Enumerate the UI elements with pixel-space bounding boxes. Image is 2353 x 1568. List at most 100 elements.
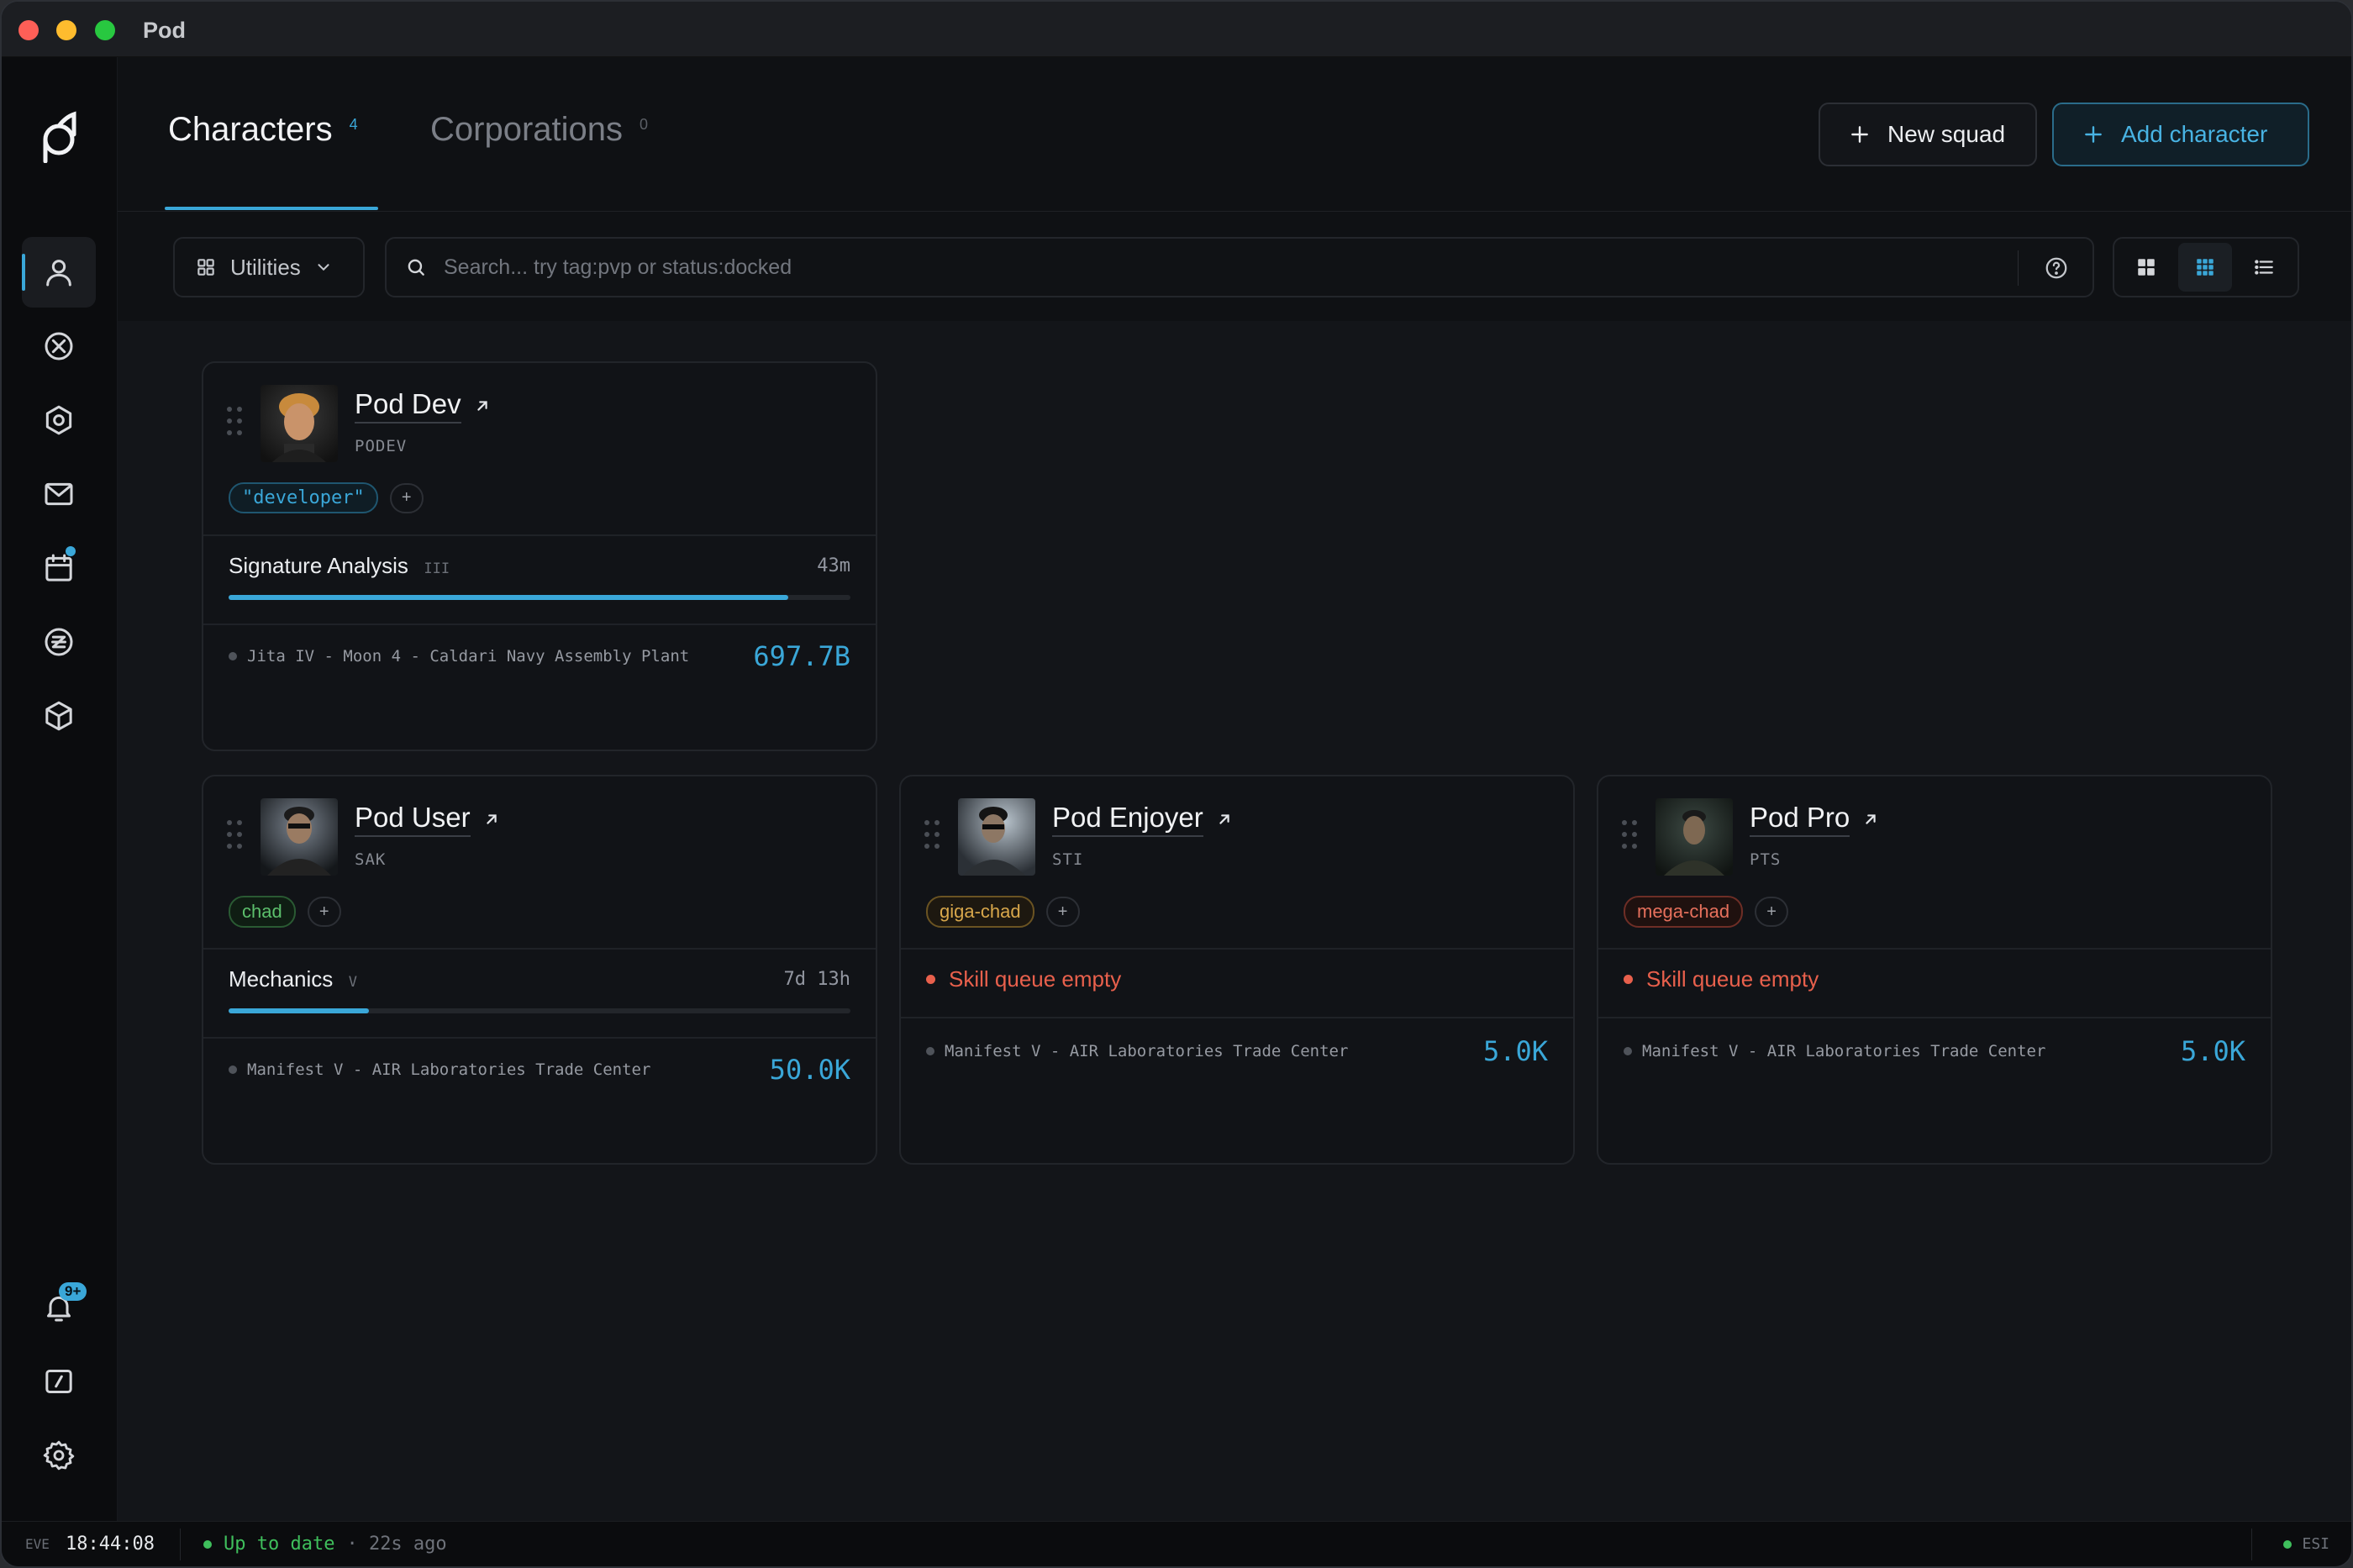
divider bbox=[203, 1037, 876, 1039]
status-divider bbox=[180, 1529, 181, 1560]
grid-icon bbox=[197, 259, 214, 276]
skill-progress-bar bbox=[229, 595, 850, 600]
close-window-button[interactable] bbox=[18, 20, 39, 40]
sidebar-item-assets[interactable] bbox=[22, 681, 96, 751]
tag[interactable]: giga-chad bbox=[926, 896, 1034, 928]
sidebar-item-wallet[interactable] bbox=[22, 607, 96, 677]
crosshair-circle-icon bbox=[45, 332, 73, 360]
location-row: Manifest V - AIR Laboratories Trade Cent… bbox=[926, 1035, 1548, 1067]
sync-status[interactable]: Up to date · 22s ago bbox=[203, 1534, 447, 1555]
sidebar-item-fleet[interactable] bbox=[22, 311, 96, 381]
skill-progress-bar bbox=[229, 1008, 850, 1013]
character-name[interactable]: Pod Enjoyer bbox=[1052, 802, 1203, 837]
character-portrait bbox=[958, 798, 1035, 876]
tag-list: mega-chad + bbox=[1624, 896, 1789, 928]
cube-icon bbox=[45, 701, 72, 731]
character-card[interactable]: Pod Dev PODEV "developer" + Signature An… bbox=[202, 361, 877, 751]
location: Manifest V - AIR Laboratories Trade Cent… bbox=[229, 1060, 650, 1079]
sidebar-item-characters[interactable] bbox=[22, 237, 96, 308]
drag-handle-icon[interactable] bbox=[924, 820, 941, 850]
warning-dot bbox=[926, 975, 935, 984]
app-window: Pod 9+ Characters 4 Corporations 0 New s… bbox=[0, 0, 2353, 1568]
skill-level: V bbox=[348, 974, 357, 991]
sidebar-item-notifications[interactable]: 9+ bbox=[22, 1272, 96, 1343]
skill-name: Signature Analysis bbox=[229, 553, 408, 578]
wallet-balance: 5.0K bbox=[1482, 1035, 1548, 1067]
sidebar-item-calendar[interactable] bbox=[22, 533, 96, 603]
divider bbox=[1598, 1017, 2271, 1018]
title-bar: Pod bbox=[2, 2, 2351, 57]
view-grid-small-button[interactable] bbox=[2178, 243, 2232, 292]
corporation-ticker: STI bbox=[1052, 850, 1084, 869]
tab-characters-label: Characters bbox=[168, 111, 333, 148]
tag-list: "developer" + bbox=[229, 482, 424, 513]
add-character-button[interactable]: Add character bbox=[2052, 103, 2309, 166]
help-circle-icon[interactable] bbox=[2044, 255, 2069, 281]
location-dot bbox=[1624, 1047, 1632, 1055]
search-input[interactable] bbox=[444, 255, 1973, 280]
drag-handle-icon[interactable] bbox=[1622, 820, 1639, 850]
new-squad-button[interactable]: New squad bbox=[1819, 103, 2037, 166]
character-name-row[interactable]: Pod User bbox=[355, 802, 501, 837]
tag[interactable]: mega-chad bbox=[1624, 896, 1744, 928]
view-list-button[interactable] bbox=[2237, 243, 2291, 292]
character-card[interactable]: Pod Pro PTS mega-chad + Skill queue empt… bbox=[1597, 775, 2272, 1165]
tag[interactable]: chad bbox=[229, 896, 296, 928]
esi-status[interactable]: ESI bbox=[2283, 1535, 2329, 1553]
location: Manifest V - AIR Laboratories Trade Cent… bbox=[1624, 1042, 2045, 1060]
status-divider bbox=[2251, 1529, 2252, 1560]
tab-corporations[interactable]: Corporations 0 bbox=[430, 111, 648, 149]
maximize-window-button[interactable] bbox=[95, 20, 115, 40]
external-link-icon[interactable] bbox=[1215, 810, 1234, 829]
status-dot bbox=[203, 1539, 212, 1549]
tab-characters[interactable]: Characters 4 bbox=[168, 111, 358, 149]
external-link-icon[interactable] bbox=[1861, 810, 1880, 829]
character-name[interactable]: Pod Dev bbox=[355, 388, 461, 424]
sidebar-item-settings[interactable] bbox=[22, 1420, 96, 1491]
search-divider bbox=[2018, 250, 2019, 286]
divider bbox=[203, 624, 876, 625]
character-card[interactable]: Pod User SAK chad + Mechanics V 7d 13h M… bbox=[202, 775, 877, 1165]
minimize-window-button[interactable] bbox=[56, 20, 76, 40]
tag-list: giga-chad + bbox=[926, 896, 1080, 928]
pod-logo[interactable] bbox=[35, 109, 82, 163]
character-name-row[interactable]: Pod Enjoyer bbox=[1052, 802, 1234, 837]
add-tag-button[interactable]: + bbox=[389, 482, 424, 513]
utilities-dropdown[interactable]: Utilities bbox=[173, 237, 365, 297]
skill-progress-fill bbox=[229, 1008, 369, 1013]
sidebar: 9+ bbox=[2, 57, 118, 1524]
mail-icon bbox=[45, 482, 73, 506]
add-tag-button[interactable]: + bbox=[1045, 897, 1080, 927]
wallet-balance: 5.0K bbox=[2180, 1035, 2245, 1067]
chevron-down-icon bbox=[318, 264, 329, 271]
character-name-row[interactable]: Pod Pro bbox=[1750, 802, 1880, 837]
external-link-icon[interactable] bbox=[473, 397, 492, 415]
skill-queue-warning: Skill queue empty bbox=[1624, 966, 1819, 992]
drag-handle-icon[interactable] bbox=[227, 820, 244, 850]
location-dot bbox=[926, 1047, 934, 1055]
window-title: Pod bbox=[143, 18, 186, 43]
character-card[interactable]: Pod Enjoyer STI giga-chad + Skill queue … bbox=[899, 775, 1575, 1165]
add-tag-button[interactable]: + bbox=[1755, 897, 1789, 927]
currency-icon bbox=[45, 628, 73, 656]
sidebar-item-mail[interactable] bbox=[22, 459, 96, 529]
tag[interactable]: "developer" bbox=[229, 482, 378, 513]
view-grid-large-button[interactable] bbox=[2119, 243, 2173, 292]
character-name-row[interactable]: Pod Dev bbox=[355, 388, 492, 424]
location-text: Manifest V - AIR Laboratories Trade Cent… bbox=[247, 1060, 651, 1079]
utilities-label: Utilities bbox=[230, 254, 301, 280]
location-row: Manifest V - AIR Laboratories Trade Cent… bbox=[1624, 1035, 2245, 1067]
active-tab-indicator bbox=[165, 207, 378, 210]
sidebar-item-fittings[interactable] bbox=[22, 385, 96, 455]
skill-name: Mechanics bbox=[229, 966, 334, 992]
external-link-icon[interactable] bbox=[482, 810, 501, 829]
wallet-balance: 697.7B bbox=[753, 640, 850, 672]
location-dot bbox=[229, 652, 237, 660]
character-name[interactable]: Pod User bbox=[355, 802, 471, 837]
sidebar-item-command[interactable] bbox=[22, 1346, 96, 1417]
add-tag-button[interactable]: + bbox=[307, 897, 341, 927]
drag-handle-icon[interactable] bbox=[227, 407, 244, 437]
skill-time-remaining: 43m bbox=[817, 555, 850, 576]
grid-small-icon bbox=[2197, 259, 2214, 276]
character-name[interactable]: Pod Pro bbox=[1750, 802, 1850, 837]
